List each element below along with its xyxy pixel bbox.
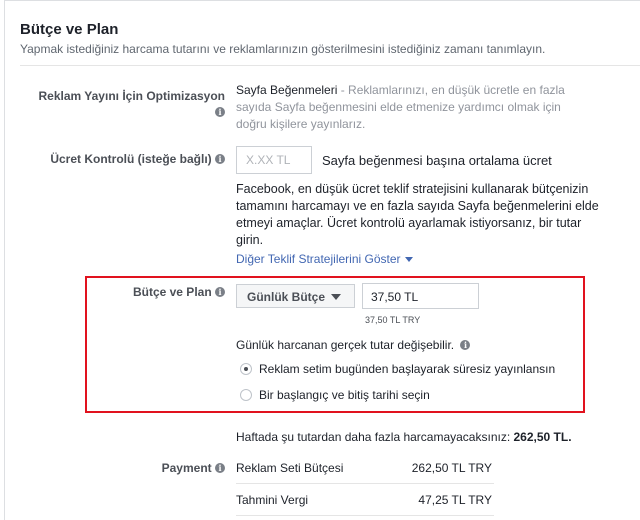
optimization-label-text: Reklam Yayını İçin Optimizasyon xyxy=(38,89,225,103)
payment-label: Payment i xyxy=(100,461,225,475)
optimization-goal[interactable]: Sayfa Beğenmeleri xyxy=(236,83,337,97)
budget-note: Günlük harcanan gerçek tutar değişebilir… xyxy=(236,337,471,354)
payment-row-value: 47,25 TL TRY xyxy=(418,493,492,507)
budget-label: Bütçe ve Plan i xyxy=(100,285,225,299)
info-icon[interactable]: i xyxy=(215,154,225,164)
budget-currency-hint: 37,50 TL TRY xyxy=(365,315,421,325)
optimization-desc-3: doğru kişilere yayınlarız. xyxy=(236,117,366,131)
bid-control-label-text: Ücret Kontrolü (isteğe bağlı) xyxy=(50,152,212,166)
section-subtitle: Yapmak istediğiniz harcama tutarını ve r… xyxy=(20,42,546,56)
optimization-value: Sayfa Beğenmeleri - Reklamlarınızı, en d… xyxy=(236,82,596,133)
show-bid-strategies-link[interactable]: Diğer Teklif Stratejilerini Göster xyxy=(236,251,413,268)
bid-control-description: Facebook, en düşük ücret teklif strateji… xyxy=(236,181,636,249)
bid-control-label: Ücret Kontrolü (isteğe bağlı) i xyxy=(20,152,225,166)
budget-label-text: Bütçe ve Plan xyxy=(132,285,212,299)
payment-row-name: Reklam Seti Bütçesi xyxy=(236,461,344,475)
header-divider xyxy=(20,65,640,66)
chevron-down-icon xyxy=(404,257,413,262)
bid-desc-1: Facebook, en düşük ücret teklif strateji… xyxy=(236,182,589,196)
section-title: Bütçe ve Plan xyxy=(20,21,119,38)
bid-control-suffix: Sayfa beğenmesi başına ortalama ücret xyxy=(322,153,552,168)
show-bid-strategies-text: Diğer Teklif Stratejilerini Göster xyxy=(236,252,401,266)
info-icon[interactable]: i xyxy=(460,340,471,350)
payment-row-value: 262,50 TL TRY xyxy=(411,461,492,475)
weekly-spend-text: Haftada şu tutardan daha fazla harcamaya… xyxy=(236,430,514,444)
optimization-desc-1: - Reklamlarınızı, en düşük ücretle en fa… xyxy=(337,83,565,97)
optimization-desc-2: sayıda Sayfa beğenmesini elde etmenize y… xyxy=(236,100,561,114)
payment-row-divider xyxy=(236,515,494,516)
radio-set-start-end[interactable] xyxy=(240,389,252,401)
radio-set-start-end-label[interactable]: Bir başlangıç ve bitiş tarihi seçin xyxy=(259,387,430,404)
bid-amount-input[interactable]: X.XX TL xyxy=(236,146,312,174)
bid-desc-2: tamamını harcamayı ve en fazla sayıda Sa… xyxy=(236,199,599,213)
bid-desc-3: etmeyi amaçlar. Ücret kontrolü ayarlamak… xyxy=(236,216,582,230)
budget-type-dropdown[interactable]: Günlük Bütçe xyxy=(236,284,355,308)
payment-row-divider xyxy=(236,483,494,484)
radio-run-continuously[interactable] xyxy=(240,363,252,375)
bid-desc-4: girin. xyxy=(236,233,264,247)
budget-note-text: Günlük harcanan gerçek tutar değişebilir… xyxy=(236,338,455,352)
info-icon[interactable]: i xyxy=(215,463,225,473)
radio-run-continuously-label[interactable]: Reklam setim bugünden başlayarak süresiz… xyxy=(259,361,555,378)
weekly-spend-note: Haftada şu tutardan daha fazla harcamaya… xyxy=(236,429,572,446)
info-icon[interactable]: i xyxy=(215,287,225,297)
weekly-spend-amount: 262,50 TL. xyxy=(513,430,572,444)
info-icon[interactable]: i xyxy=(215,107,225,117)
budget-type-label: Günlük Bütçe xyxy=(247,290,326,304)
payment-label-text: Payment xyxy=(161,461,212,475)
budget-amount-input[interactable]: 37,50 TL xyxy=(362,283,479,309)
optimization-label: Reklam Yayını İçin Optimizasyon i xyxy=(20,89,225,119)
payment-row-name: Tahmini Vergi xyxy=(236,493,309,507)
caret-down-icon xyxy=(331,294,342,300)
